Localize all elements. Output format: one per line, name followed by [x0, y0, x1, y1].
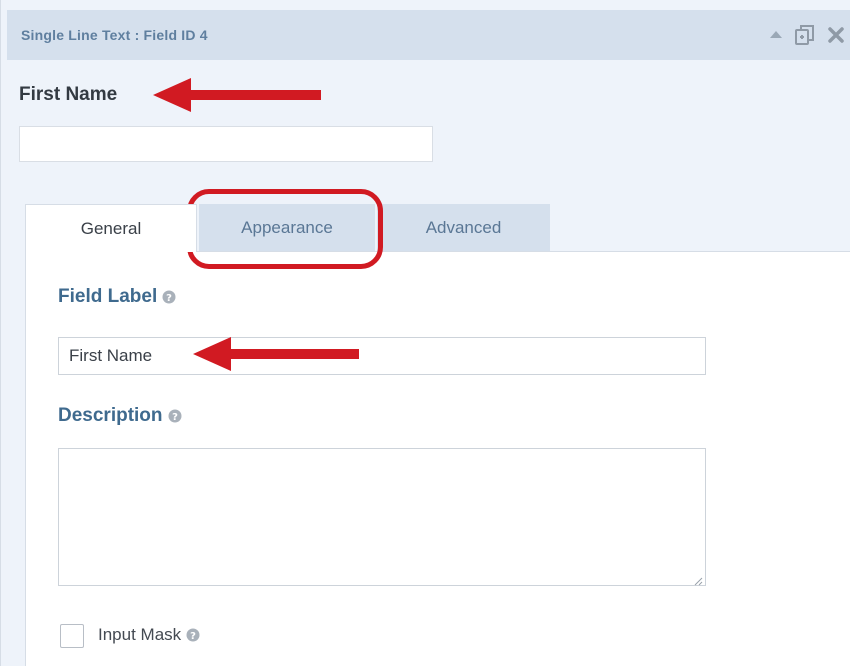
header-actions	[769, 23, 845, 47]
preview-field-label: First Name	[19, 84, 118, 105]
duplicate-icon[interactable]	[793, 23, 817, 47]
field-header-title: Single Line Text : Field ID 4	[21, 27, 208, 43]
collapse-up-icon[interactable]	[769, 30, 783, 40]
field-label-input[interactable]	[58, 337, 706, 375]
preview-text-input[interactable]	[19, 126, 433, 162]
annotation-arrow-icon	[153, 78, 321, 112]
annotation-arrow-icon	[193, 337, 359, 371]
help-icon[interactable]: ?	[162, 290, 176, 304]
field-label-heading: Field Label ?	[58, 286, 176, 308]
svg-text:?: ?	[190, 631, 196, 642]
field-label-heading-text: Field Label	[58, 286, 158, 307]
help-icon[interactable]: ?	[186, 628, 200, 642]
input-mask-label-text: Input Mask	[98, 625, 182, 644]
help-icon[interactable]: ?	[168, 409, 182, 423]
tab-appearance[interactable]: Appearance	[199, 204, 375, 252]
svg-text:?: ?	[172, 412, 178, 423]
tab-advanced[interactable]: Advanced	[377, 204, 550, 252]
field-settings-panel: Single Line Text : Field ID 4 First Name…	[0, 0, 850, 666]
input-mask-label: Input Mask ?	[98, 625, 200, 645]
description-heading-text: Description	[58, 405, 163, 426]
close-icon[interactable]	[827, 26, 845, 44]
description-textarea[interactable]	[58, 448, 706, 586]
description-heading: Description ?	[58, 405, 182, 427]
input-mask-checkbox[interactable]	[60, 624, 84, 648]
svg-text:?: ?	[166, 293, 172, 304]
tab-general[interactable]: General	[25, 204, 197, 252]
field-header[interactable]: Single Line Text : Field ID 4	[7, 10, 850, 60]
resize-grip-icon[interactable]	[693, 573, 703, 591]
